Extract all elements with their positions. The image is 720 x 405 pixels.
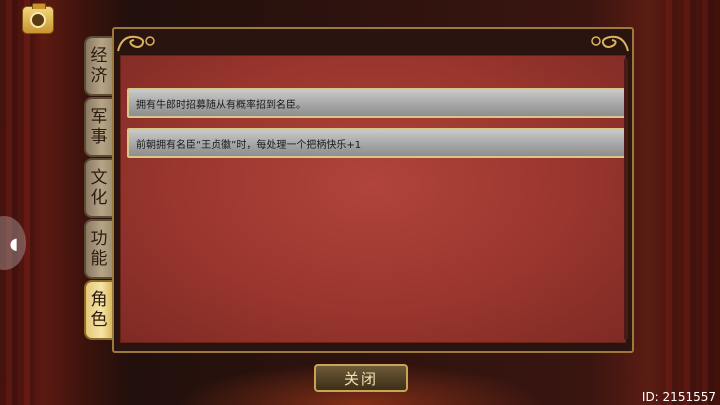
effect-text: 拥有牛郎时招募随从有概率招到名臣。 — [136, 99, 306, 111]
panel-content: 拥有牛郎时招募随从有概率招到名臣。 前朝拥有名臣“王贞徽”时，每处理一个把柄快乐… — [120, 55, 627, 343]
close-button[interactable]: 关闭 — [314, 364, 408, 392]
dragon-ornament-left-icon — [116, 31, 160, 53]
effect-text: 前朝拥有名臣“王贞徽”时，每处理一个把柄快乐+1 — [136, 139, 362, 151]
assist-icon: ◖ — [9, 233, 18, 253]
tab-culture[interactable]: 文化 — [84, 158, 114, 218]
list-item: 拥有牛郎时招募随从有概率招到名臣。 — [127, 88, 627, 118]
camera-button[interactable] — [22, 3, 54, 34]
effects-panel: 拥有牛郎时招募随从有概率招到名臣。 前朝拥有名臣“王贞徽”时，每处理一个把柄快乐… — [112, 27, 634, 353]
close-button-label: 关闭 — [343, 369, 378, 388]
tab-economy-label: 经济 — [90, 46, 108, 86]
right-curtain — [660, 0, 720, 405]
player-id: ID: 2151557 — [641, 390, 716, 404]
tab-function-label: 功能 — [90, 229, 108, 269]
panel-scrollbar[interactable] — [624, 59, 628, 339]
tab-function[interactable]: 功能 — [84, 219, 114, 279]
list-item: 前朝拥有名臣“王贞徽”时，每处理一个把柄快乐+1 — [127, 128, 627, 158]
tab-character-label: 角色 — [90, 290, 108, 330]
camera-top — [32, 3, 46, 9]
tab-military[interactable]: 军事 — [84, 97, 114, 157]
camera-icon — [30, 12, 46, 28]
tab-character[interactable]: 角色 — [84, 280, 114, 340]
tab-economy[interactable]: 经济 — [84, 36, 114, 96]
left-curtain — [0, 0, 40, 405]
dragon-ornament-right-icon — [586, 31, 630, 53]
tab-military-label: 军事 — [90, 107, 108, 147]
tab-culture-label: 文化 — [90, 168, 108, 208]
